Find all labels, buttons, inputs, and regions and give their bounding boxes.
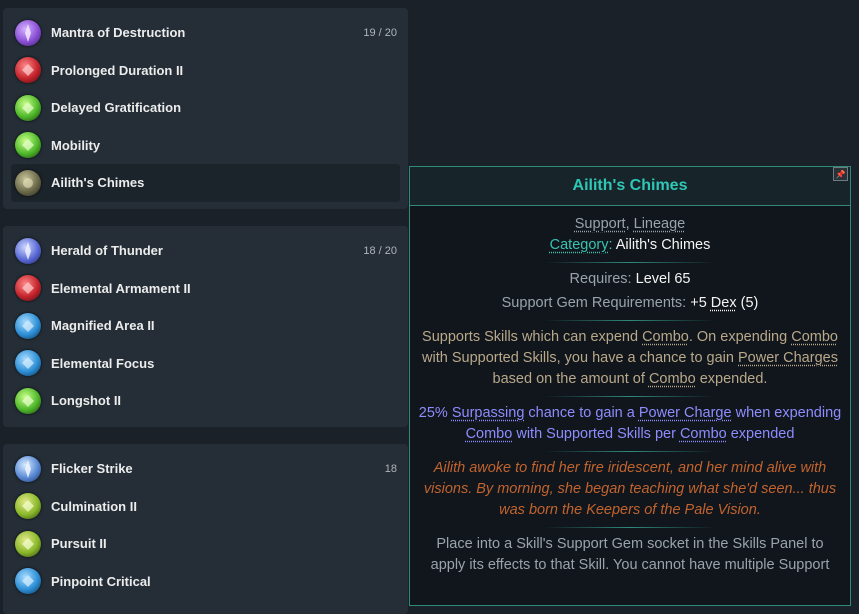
gem-row-delayed-gratification[interactable]: Delayed Gratification	[11, 89, 400, 127]
lineage-support-gem-icon	[15, 169, 41, 196]
desc-text: with Supported Skills, you have a chance…	[422, 350, 739, 366]
gem-name: Prolonged Duration II	[51, 62, 184, 78]
separator	[545, 527, 715, 528]
gem-req-extra: (5)	[736, 295, 759, 311]
gem-category: Category: Ailith's Chimes	[418, 235, 842, 256]
mod-text: when expending	[731, 405, 842, 421]
gem-row-magnified-area-ii[interactable]: Magnified Area II	[11, 307, 400, 345]
gem-level-count: 18 / 20	[363, 244, 397, 257]
desc-text: expended.	[695, 371, 768, 387]
green-support-gem-icon	[15, 387, 41, 414]
separator	[545, 320, 715, 321]
gem-tags: Support, Lineage	[418, 214, 842, 235]
gem-name: Mantra of Destruction	[51, 25, 186, 41]
gem-row-ailiths-chimes[interactable]: Ailith's Chimes	[11, 164, 400, 202]
skill-group-1: Mantra of Destruction 19 / 20 Prolonged …	[3, 8, 408, 209]
blue-support-gem-icon	[15, 350, 41, 377]
gem-row-herald-of-thunder[interactable]: Herald of Thunder 18 / 20	[11, 232, 400, 270]
green-support-gem-icon	[15, 132, 41, 159]
blue-support-gem-icon	[15, 312, 41, 339]
keyword-power-charges: Power Charges	[738, 350, 838, 366]
mod-text: with Supported Skills per	[512, 426, 680, 442]
mod-text: 25%	[418, 405, 452, 421]
tooltip-header: Ailith's Chimes 📌	[410, 167, 850, 206]
desc-text: Supports Skills which can expend	[422, 329, 643, 345]
gem-req-stat: Dex	[710, 295, 737, 311]
blue-skill-gem-icon	[15, 455, 41, 482]
gem-row-culmination-ii[interactable]: Culmination II	[11, 488, 400, 526]
gem-name: Pinpoint Critical	[51, 573, 151, 589]
category-colon: :	[608, 237, 616, 253]
blue-support-gem-icon	[15, 568, 41, 595]
mod-text: expended	[726, 426, 795, 442]
gem-name: Herald of Thunder	[51, 243, 163, 259]
gem-requirements: Support Gem Requirements: +5 Dex (5)	[418, 293, 842, 314]
gem-row-pinpoint-critical[interactable]: Pinpoint Critical	[11, 563, 400, 601]
tag-lineage: Lineage	[633, 216, 686, 232]
gem-row-mantra-of-destruction[interactable]: Mantra of Destruction 19 / 20	[11, 14, 400, 52]
pin-icon[interactable]: 📌	[833, 167, 848, 181]
gem-row-pursuit-ii[interactable]: Pursuit II	[11, 525, 400, 563]
mod-text: chance to gain a	[524, 405, 639, 421]
desc-text: . On expending	[688, 329, 792, 345]
gem-name: Culmination II	[51, 498, 137, 514]
gem-name: Magnified Area II	[51, 318, 155, 334]
gem-row-flicker-strike[interactable]: Flicker Strike 18	[11, 450, 400, 488]
category-value: Ailith's Chimes	[615, 237, 711, 253]
gem-tooltip: Ailith's Chimes 📌 Support, Lineage Categ…	[409, 166, 851, 606]
keyword-combo: Combo	[642, 329, 689, 345]
requires-label: Requires:	[569, 271, 636, 287]
gem-row-longshot-ii[interactable]: Longshot II	[11, 382, 400, 420]
separator	[545, 396, 715, 397]
green-support-gem-icon	[15, 94, 41, 121]
gem-name: Pursuit II	[51, 536, 107, 552]
green-support-gem-icon	[15, 493, 41, 520]
skill-group-2: Herald of Thunder 18 / 20 Elemental Arma…	[3, 226, 408, 427]
gem-help-text: Place into a Skill's Support Gem socket …	[430, 536, 830, 573]
gem-row-mobility[interactable]: Mobility	[11, 127, 400, 165]
gem-name: Ailith's Chimes	[51, 175, 145, 191]
tooltip-title: Ailith's Chimes	[572, 177, 688, 194]
gem-row-prolonged-duration-ii[interactable]: Prolonged Duration II	[11, 52, 400, 90]
separator	[545, 262, 715, 263]
tag-separator: ,	[625, 216, 634, 232]
gem-level-count: 19 / 20	[363, 26, 397, 39]
category-label: Category	[549, 237, 609, 253]
keyword-surpassing: Surpassing	[451, 405, 525, 421]
tag-support: Support	[574, 216, 626, 232]
gem-modifier: 25% Surpassing chance to gain a Power Ch…	[418, 403, 842, 445]
keyword-combo: Combo	[648, 371, 696, 387]
green-support-gem-icon	[15, 530, 41, 557]
blue-skill-gem-icon	[15, 237, 41, 264]
gem-name: Elemental Armament II	[51, 280, 191, 296]
keyword-combo: Combo	[465, 426, 513, 442]
gem-req-label: Support Gem Requirements:	[501, 295, 691, 311]
red-support-gem-icon	[15, 275, 41, 302]
gem-lore: Ailith awoke to find her fire iridescent…	[423, 460, 837, 518]
skill-group-3: Flicker Strike 18 Culmination II Pursuit…	[3, 444, 408, 614]
purple-skill-gem-icon	[15, 19, 41, 46]
gem-name: Mobility	[51, 137, 101, 153]
separator	[545, 451, 715, 452]
gem-name: Longshot II	[51, 393, 122, 409]
gem-requires: Requires: Level 65	[418, 269, 842, 290]
keyword-combo: Combo	[791, 329, 838, 345]
gem-req-value: +5	[690, 295, 711, 311]
gem-description: Supports Skills which can expend Combo. …	[418, 327, 842, 390]
gem-row-elemental-focus[interactable]: Elemental Focus	[11, 345, 400, 383]
desc-text: based on the amount of	[492, 371, 649, 387]
gem-level-count: 18	[384, 462, 397, 475]
gem-name: Flicker Strike	[51, 461, 133, 477]
gem-row-elemental-armament-ii[interactable]: Elemental Armament II	[11, 270, 400, 308]
requires-value: Level 65	[635, 271, 691, 287]
red-support-gem-icon	[15, 57, 41, 84]
tooltip-body: Support, Lineage Category: Ailith's Chim…	[410, 214, 850, 576]
keyword-power-charge: Power Charge	[638, 405, 732, 421]
gem-name: Delayed Gratification	[51, 100, 182, 116]
keyword-combo: Combo	[679, 426, 727, 442]
gem-name: Elemental Focus	[51, 355, 155, 371]
